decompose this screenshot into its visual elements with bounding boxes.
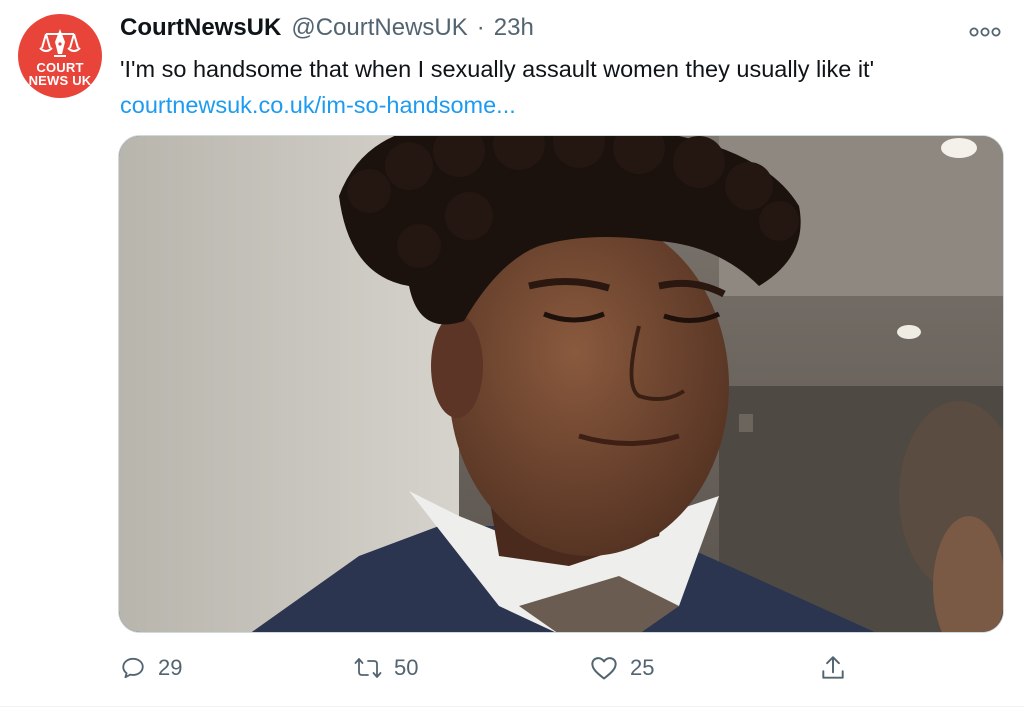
tweet-divider [0, 706, 1024, 707]
tweet-text: 'I'm so handsome that when I sexually as… [120, 56, 875, 82]
tweet-photo[interactable] [118, 135, 1004, 633]
like-button[interactable]: 25 [590, 648, 654, 688]
retweet-icon [354, 658, 382, 678]
like-count: 25 [630, 655, 655, 680]
display-name[interactable]: CourtNewsUK [120, 14, 281, 42]
reply-button[interactable]: 29 [120, 648, 182, 688]
more-horizontal-icon [969, 27, 1001, 37]
avatar-text-news-uk: NEWS UK [28, 73, 92, 88]
tweet-header: CourtNewsUK @CourtNewsUK · 23h [120, 14, 534, 48]
heart-icon [591, 657, 617, 680]
timestamp[interactable]: 23h [494, 14, 534, 42]
more-options-button[interactable] [968, 22, 1002, 42]
share-icon [822, 656, 844, 679]
retweet-count: 50 [394, 655, 419, 680]
photo-illustration [119, 136, 1003, 632]
reply-count: 29 [158, 655, 183, 680]
tweet-actions: 29 50 25 [118, 648, 1004, 688]
avatar[interactable]: COURT NEWS UK [18, 14, 102, 98]
separator-dot: · [476, 14, 485, 41]
user-handle[interactable]: @CourtNewsUK [291, 14, 467, 42]
share-button[interactable] [820, 648, 846, 688]
tweet-link[interactable]: courtnewsuk.co.uk/im-so-handsome... [120, 88, 516, 122]
retweet-button[interactable]: 50 [354, 648, 418, 688]
reply-icon [122, 657, 144, 679]
tweet[interactable]: COURT NEWS UK CourtNewsUK @CourtNewsUK ·… [0, 0, 1024, 708]
